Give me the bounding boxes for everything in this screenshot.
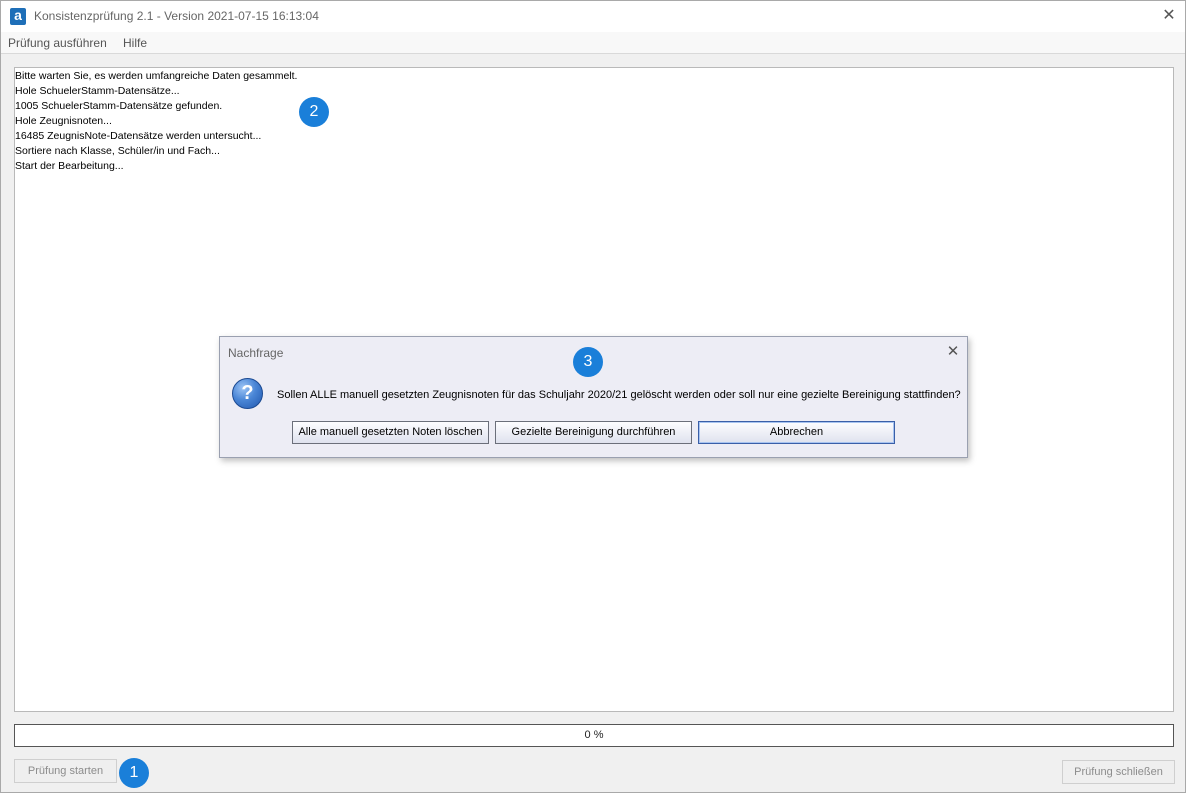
delete-all-manual-grades-button[interactable]: Alle manuell gesetzten Noten löschen xyxy=(292,421,489,444)
window-close-icon[interactable]: ✕ xyxy=(1156,4,1182,28)
cancel-button[interactable]: Abbrechen xyxy=(698,421,895,444)
window-title: Konsistenzprüfung 2.1 - Version 2021-07-… xyxy=(34,9,319,23)
log-line: Hole SchuelerStamm-Datensätze... xyxy=(15,85,180,97)
dialog-close-icon[interactable]: ✕ xyxy=(942,341,964,363)
menu-bar: Prüfung ausführen Hilfe xyxy=(1,32,1185,54)
dialog-title: Nachfrage xyxy=(228,346,284,360)
menu-item-hilfe[interactable]: Hilfe xyxy=(123,36,147,50)
progress-label: 0 % xyxy=(584,729,604,741)
log-line: Hole Zeugnisnoten... xyxy=(15,115,112,127)
start-check-button[interactable]: Prüfung starten xyxy=(14,759,117,783)
app-icon: a xyxy=(10,7,26,25)
callout-badge-3: 3 xyxy=(573,347,603,377)
log-line: Sortiere nach Klasse, Schüler/in und Fac… xyxy=(15,145,220,157)
log-line: 1005 SchuelerStamm-Datensätze gefunden. xyxy=(15,100,223,112)
log-line: Start der Bearbeitung... xyxy=(15,160,124,172)
targeted-cleanup-button[interactable]: Gezielte Bereinigung durchführen xyxy=(495,421,692,444)
progress-bar: 0 % xyxy=(14,724,1174,747)
log-line: 16485 ZeugnisNote-Datensätze werden unte… xyxy=(15,130,262,142)
log-line: Bitte warten Sie, es werden umfangreiche… xyxy=(15,70,298,82)
dialog-message: Sollen ALLE manuell gesetzten Zeugnisnot… xyxy=(277,389,961,401)
callout-badge-1: 1 xyxy=(119,758,149,788)
title-bar: a Konsistenzprüfung 2.1 - Version 2021-0… xyxy=(1,1,1185,32)
close-check-button[interactable]: Prüfung schließen xyxy=(1062,760,1175,784)
callout-badge-2: 2 xyxy=(299,97,329,127)
menu-item-pruefung-ausfuehren[interactable]: Prüfung ausführen xyxy=(8,36,107,50)
app-icon-glyph: a xyxy=(14,7,22,23)
question-icon-glyph: ? xyxy=(241,382,254,404)
question-icon: ? xyxy=(232,378,263,409)
